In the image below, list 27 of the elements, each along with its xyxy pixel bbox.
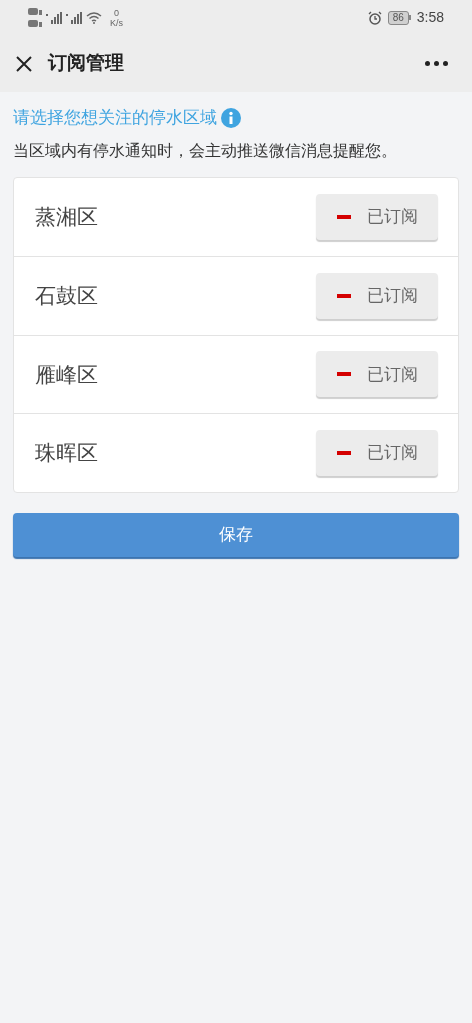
district-name: 珠晖区 (35, 440, 98, 466)
close-icon (15, 54, 33, 73)
battery-level: 86 (387, 10, 409, 25)
subscribe-toggle-button[interactable]: 已订阅 (316, 429, 438, 476)
district-name: 蒸湘区 (35, 204, 98, 230)
subscribe-toggle-button[interactable]: 已订阅 (316, 193, 438, 240)
network-speed-value: 0 (114, 7, 119, 18)
signal-icon (66, 11, 82, 24)
subscribe-toggle-button[interactable]: 已订阅 (316, 272, 438, 319)
subscribe-toggle-button[interactable]: 已订阅 (316, 351, 438, 398)
signal-icon (46, 11, 62, 24)
info-icon[interactable] (221, 107, 241, 128)
district-name: 石鼓区 (35, 283, 98, 309)
page-title: 订阅管理 (48, 51, 124, 76)
minus-icon (336, 293, 351, 298)
clock-time: 3:58 (416, 8, 444, 27)
minus-icon (336, 214, 351, 219)
minus-icon (336, 372, 351, 377)
notice-text: 当区域内有停水通知时，会主动推送微信消息提醒您。 (13, 140, 398, 161)
wifi-icon (86, 11, 102, 24)
alarm-icon (367, 10, 382, 25)
network-speed-unit: K/s (110, 17, 123, 28)
hd-icon (28, 6, 42, 29)
district-name: 雁峰区 (35, 361, 98, 388)
prompt-text: 请选择您想关注的停水区域 (13, 107, 217, 129)
minus-icon (336, 450, 351, 455)
save-button[interactable]: 保存 (13, 512, 459, 557)
